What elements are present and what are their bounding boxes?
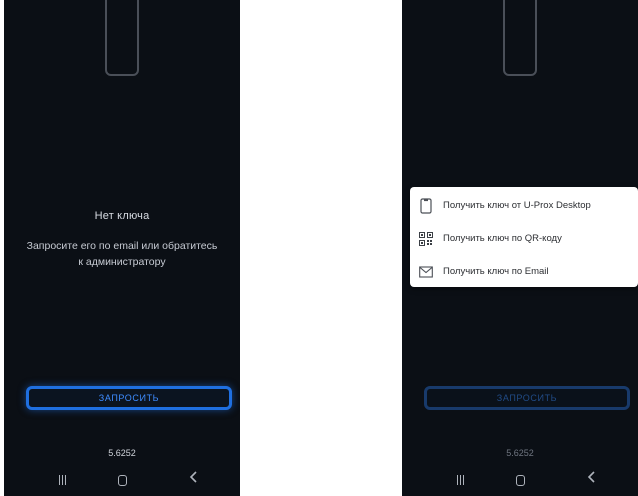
request-button[interactable]: ЗАПРОСИТЬ: [26, 386, 232, 410]
menu-item-label: Получить ключ по QR-коду: [443, 233, 562, 244]
back-icon[interactable]: [580, 470, 604, 488]
menu-item-label: Получить ключ от U-Prox Desktop: [443, 200, 591, 211]
left-phone-screen: Нет ключа Запросите его по email или обр…: [4, 0, 240, 496]
app-version: 5.6252: [108, 448, 136, 458]
recents-icon[interactable]: [448, 470, 472, 488]
request-button-dimmed: ЗАПРОСИТЬ: [424, 386, 630, 410]
recents-icon[interactable]: [50, 470, 74, 488]
home-icon[interactable]: [508, 470, 532, 488]
system-navbar: [402, 462, 638, 496]
home-icon[interactable]: [110, 470, 134, 488]
system-navbar: [4, 462, 240, 496]
app-version: 5.6252: [506, 448, 534, 458]
phone-icon: [418, 197, 434, 214]
back-icon[interactable]: [182, 470, 206, 488]
menu-item-u-prox-desktop[interactable]: Получить ключ от U-Prox Desktop: [410, 189, 638, 222]
mail-icon: [418, 264, 434, 280]
menu-item-qr-code[interactable]: Получить ключ по QR-коду: [410, 222, 638, 255]
get-key-menu: Получить ключ от U-Prox Desktop Получить…: [410, 187, 638, 287]
phone-illustration-icon: [503, 0, 537, 76]
empty-state-title: Нет ключа: [94, 210, 150, 222]
menu-item-email[interactable]: Получить ключ по Email: [410, 255, 638, 287]
phone-illustration-icon: [105, 0, 139, 76]
menu-item-label: Получить ключ по Email: [443, 266, 549, 277]
qr-code-icon: [418, 231, 434, 247]
empty-state-description: Запросите его по email или обратитесь к …: [26, 240, 218, 268]
